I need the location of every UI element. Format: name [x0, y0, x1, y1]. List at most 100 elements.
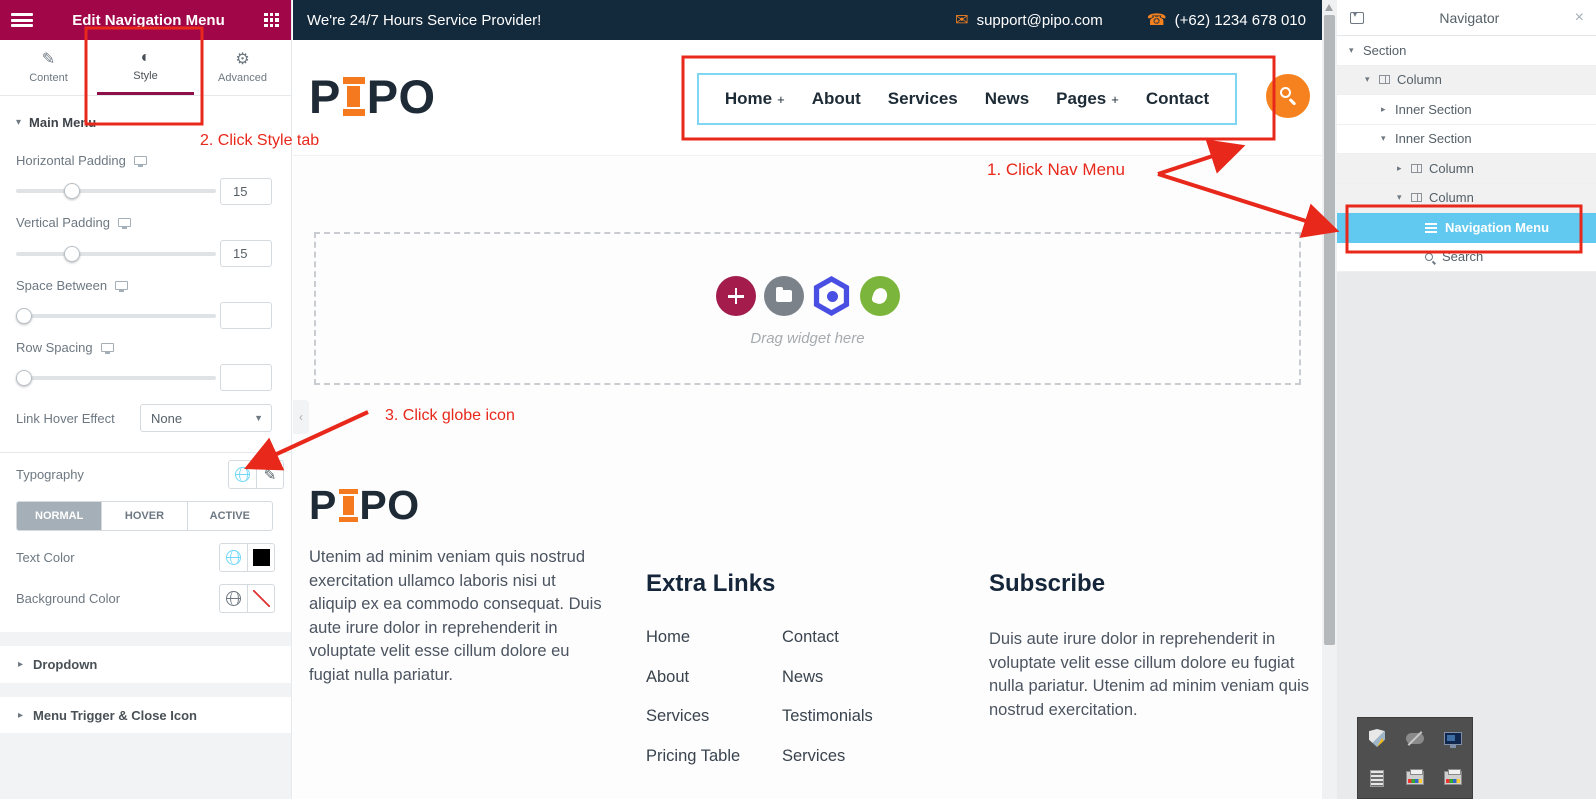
footer-logo[interactable]: P PO — [309, 485, 420, 526]
row-spacing-slider[interactable] — [16, 370, 216, 386]
dropdown-plus-icon: + — [1111, 92, 1119, 107]
navigator-item-column[interactable]: ▾ Column — [1337, 183, 1596, 213]
navigator-item-navigation-menu[interactable]: Navigation Menu — [1337, 213, 1596, 243]
background-color-label: Background Color — [16, 591, 121, 606]
caret-down-icon[interactable]: ▾ — [1397, 192, 1411, 203]
search-button[interactable] — [1266, 74, 1310, 118]
navigator-item-section[interactable]: ▾ Section — [1337, 36, 1596, 66]
desktop-icon[interactable] — [100, 343, 114, 354]
space-between-slider[interactable] — [16, 308, 216, 324]
footer-link-pricing-table[interactable]: Pricing Table — [646, 737, 740, 777]
caret-down-icon[interactable]: ▾ — [1365, 74, 1379, 85]
drag-widget-dropzone[interactable]: Drag widget here — [314, 232, 1301, 385]
section-menu-trigger[interactable]: ▸ Menu Trigger & Close Icon — [0, 697, 291, 733]
navigator-item-inner-section[interactable]: ▸ Inner Section — [1337, 95, 1596, 125]
nav-item-home[interactable]: Home + — [725, 89, 785, 109]
topbar-email[interactable]: ✉ support@pipo.com — [955, 10, 1103, 30]
state-tab-normal[interactable]: NORMAL — [17, 502, 102, 530]
nav-item-pages[interactable]: Pages + — [1056, 89, 1119, 109]
space-between-label: Space Between — [16, 278, 129, 293]
desktop-icon[interactable] — [115, 281, 129, 292]
security-shield-icon[interactable] — [1358, 718, 1396, 758]
state-tabs: NORMAL HOVER ACTIVE — [16, 501, 273, 531]
space-between-input[interactable] — [220, 302, 272, 329]
display-settings-icon[interactable] — [1434, 718, 1472, 758]
caret-right-icon[interactable]: ▸ — [1397, 163, 1411, 174]
panel-collapse-handle[interactable]: ‹ — [293, 400, 309, 434]
site-logo[interactable]: P PO — [309, 73, 436, 120]
row-spacing-input[interactable] — [220, 364, 272, 391]
p-hexagon-logo-icon[interactable] — [812, 276, 852, 316]
footer-link-services[interactable]: Services — [782, 737, 873, 777]
nav-item-contact[interactable]: Contact — [1146, 89, 1209, 109]
dock-icon[interactable] — [1350, 10, 1364, 24]
caret-down-icon[interactable]: ▾ — [1349, 45, 1363, 56]
footer-link-home[interactable]: Home — [646, 618, 740, 658]
vertical-padding-label: Vertical Padding — [16, 215, 131, 230]
footer-links-col2: Contact News Testimonials Services — [782, 618, 873, 776]
footer-link-about[interactable]: About — [646, 658, 740, 698]
navigator-item-inner-section[interactable]: ▾ Inner Section — [1337, 124, 1596, 154]
desktop-icon[interactable] — [133, 156, 147, 167]
horizontal-padding-input[interactable] — [220, 178, 272, 205]
navigator-item-column[interactable]: ▸ Column — [1337, 154, 1596, 184]
text-color-global-globe-icon[interactable] — [220, 544, 247, 571]
footer-link-news[interactable]: News — [782, 658, 873, 698]
add-widget-icon[interactable] — [715, 276, 756, 316]
footer-link-contact[interactable]: Contact — [782, 618, 873, 658]
nav-item-services[interactable]: Services — [888, 89, 958, 109]
printer-icon[interactable] — [1434, 758, 1472, 798]
tab-content[interactable]: ✎ Content — [0, 40, 97, 95]
state-tab-hover[interactable]: HOVER — [101, 502, 186, 530]
caret-down-icon[interactable]: ▾ — [1381, 133, 1395, 144]
typography-edit-pencil-icon[interactable]: ✎ — [256, 461, 283, 488]
link-hover-effect-select[interactable]: None ▼ — [140, 404, 272, 432]
caret-right-icon: ▸ — [18, 659, 24, 670]
desktop-icon[interactable] — [117, 218, 131, 229]
templates-folder-icon[interactable] — [763, 276, 804, 316]
slider-thumb[interactable] — [16, 370, 32, 386]
leaf-logo-icon[interactable] — [859, 276, 900, 316]
nav-item-about[interactable]: About — [812, 89, 861, 109]
tab-style[interactable]: ◐ Style — [97, 40, 194, 95]
nav-item-news[interactable]: News — [985, 89, 1029, 109]
topbar-phone[interactable]: ☎ (+62) 1234 678 010 — [1147, 10, 1306, 30]
scrollbar-thumb[interactable] — [1324, 15, 1335, 645]
close-icon[interactable]: × — [1575, 9, 1584, 27]
text-color-swatch[interactable] — [247, 544, 274, 571]
state-tab-active[interactable]: ACTIVE — [186, 502, 272, 530]
column-icon — [1411, 163, 1422, 173]
hamburger-menu-icon[interactable] — [11, 13, 33, 27]
vertical-padding-slider[interactable] — [16, 246, 216, 262]
horizontal-padding-slider[interactable] — [16, 183, 216, 199]
background-color-swatch[interactable] — [247, 585, 274, 612]
section-main-menu[interactable]: ▾ Main Menu — [0, 104, 291, 140]
section-dropdown[interactable]: ▸ Dropdown — [0, 646, 291, 683]
widget-shortcut-icons — [316, 276, 1299, 316]
navigator-item-column[interactable]: ▾ Column — [1337, 65, 1596, 95]
screen: Edit Navigation Menu ✎ Content ◐ Style ⚙… — [0, 0, 1596, 799]
vertical-padding-input[interactable] — [220, 240, 272, 267]
canvas-scrollbar[interactable] — [1322, 0, 1337, 799]
scroll-up-arrow[interactable] — [1325, 4, 1333, 11]
footer-link-testimonials[interactable]: Testimonials — [782, 697, 873, 737]
menu-icon — [1425, 222, 1437, 233]
navigator-item-search[interactable]: Search — [1337, 242, 1596, 272]
slider-thumb[interactable] — [16, 308, 32, 324]
background-color-global-globe-icon[interactable] — [220, 585, 247, 612]
typography-global-globe-icon[interactable] — [229, 461, 256, 488]
extra-links-title: Extra Links — [646, 570, 776, 597]
slider-thumb[interactable] — [64, 246, 80, 262]
footer-links-col1: Home About Services Pricing Table — [646, 618, 740, 776]
footer-link-services[interactable]: Services — [646, 697, 740, 737]
document-icon[interactable] — [1358, 758, 1396, 798]
caret-right-icon[interactable]: ▸ — [1381, 104, 1395, 115]
navigation-menu-widget[interactable]: Home + About Services News Pages + Contact — [697, 73, 1237, 125]
muted-device-icon[interactable] — [1396, 718, 1434, 758]
site-topbar: We're 24/7 Hours Service Provider! ✉ supp… — [293, 0, 1322, 40]
slider-thumb[interactable] — [64, 183, 80, 199]
widgets-grid-icon[interactable] — [264, 12, 279, 28]
printer-icon[interactable] — [1396, 758, 1434, 798]
envelope-icon: ✉ — [955, 12, 969, 29]
tab-advanced[interactable]: ⚙ Advanced — [194, 40, 291, 95]
